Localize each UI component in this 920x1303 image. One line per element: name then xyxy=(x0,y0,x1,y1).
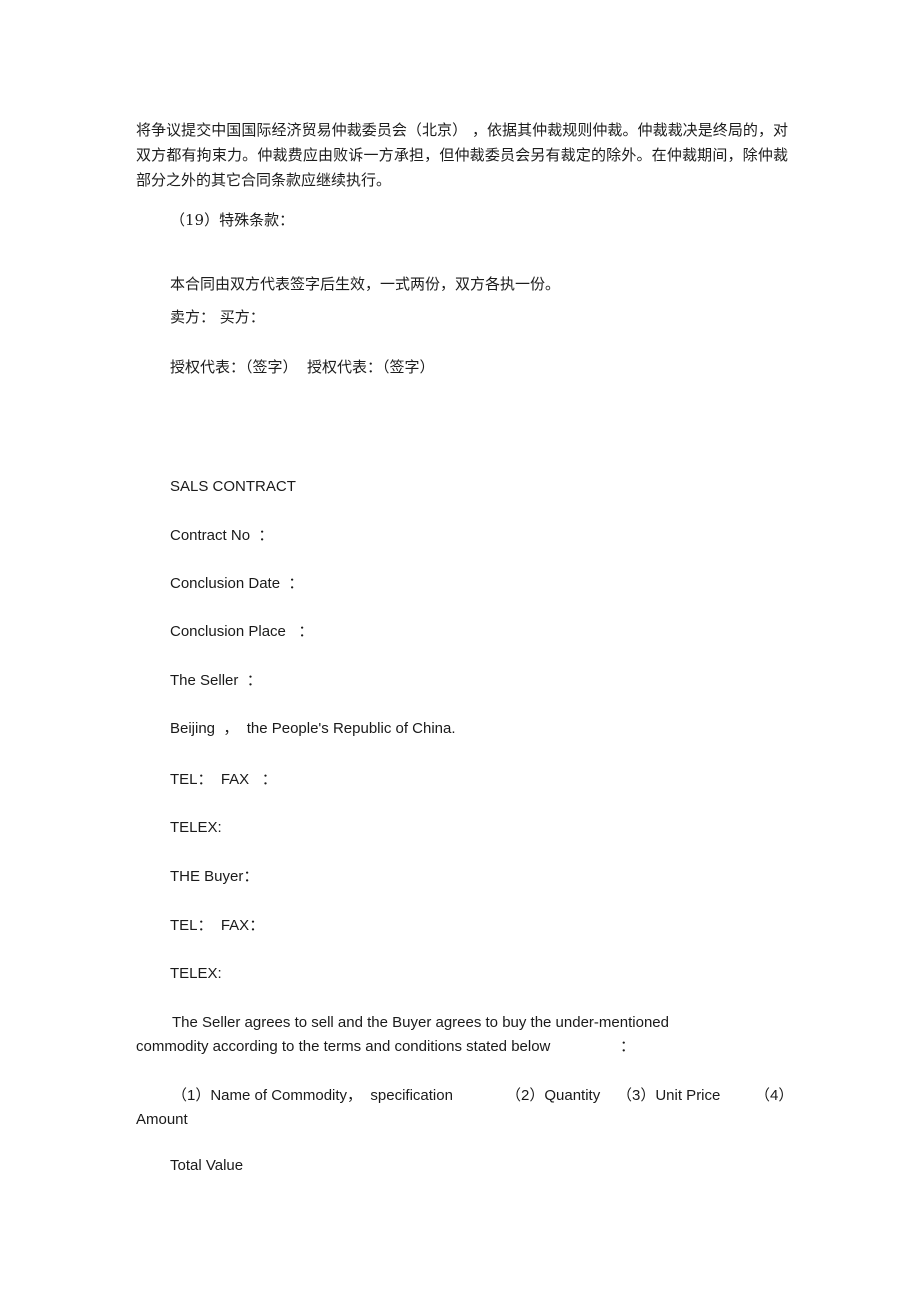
contract-effect-clause: 本合同由双方代表签字后生效，一式两份，双方各执一份。 xyxy=(170,275,561,293)
seller-address: Beijing ， the People's Republic of China… xyxy=(170,720,456,737)
seller-telex-field: TELEX: xyxy=(170,819,222,836)
conclusion-date-field: Conclusion Date ： xyxy=(170,575,304,592)
signature-line: 授权代表：（签字） 授权代表：（签字） xyxy=(170,358,435,376)
contract-no-field: Contract No ： xyxy=(170,527,274,544)
agreement-paragraph-colon: ： xyxy=(620,1038,636,1055)
column-heading-unit-price: （3）Unit Price xyxy=(617,1087,721,1104)
column-heading-amount: Amount xyxy=(136,1111,188,1128)
conclusion-place-field: Conclusion Place ： xyxy=(170,623,314,640)
seller-tel-fax-field: TEL： FAX ： xyxy=(170,771,277,788)
buyer-field: THE Buyer： xyxy=(170,868,259,885)
column-heading-quantity: （2）Quantity xyxy=(506,1087,601,1104)
column-heading-amount-marker: （4） xyxy=(755,1087,794,1104)
agreement-paragraph-line-2: commodity according to the terms and con… xyxy=(136,1038,551,1055)
agreement-paragraph-line-1: The Seller agrees to sell and the Buyer … xyxy=(172,1014,669,1031)
contract-title: SALS CONTRACT xyxy=(170,478,296,495)
document-page: 将争议提交中国国际经济贸易仲裁委员会（北京） ，依据其仲裁规则仲裁。仲裁裁决是终… xyxy=(0,0,920,1303)
buyer-tel-fax-field: TEL： FAX： xyxy=(170,917,265,934)
buyer-telex-field: TELEX: xyxy=(170,965,222,982)
clause-19-heading: （19）特殊条款： xyxy=(170,211,295,229)
arbitration-paragraph: 将争议提交中国国际经济贸易仲裁委员会（北京） ，依据其仲裁规则仲裁。仲裁裁决是终… xyxy=(136,121,788,189)
parties-line: 卖方： 买方： xyxy=(170,308,265,326)
column-heading-commodity: （1）Name of Commodity， specification xyxy=(172,1087,453,1104)
total-value-field: Total Value xyxy=(170,1157,244,1174)
seller-field: The Seller ： xyxy=(170,672,262,689)
